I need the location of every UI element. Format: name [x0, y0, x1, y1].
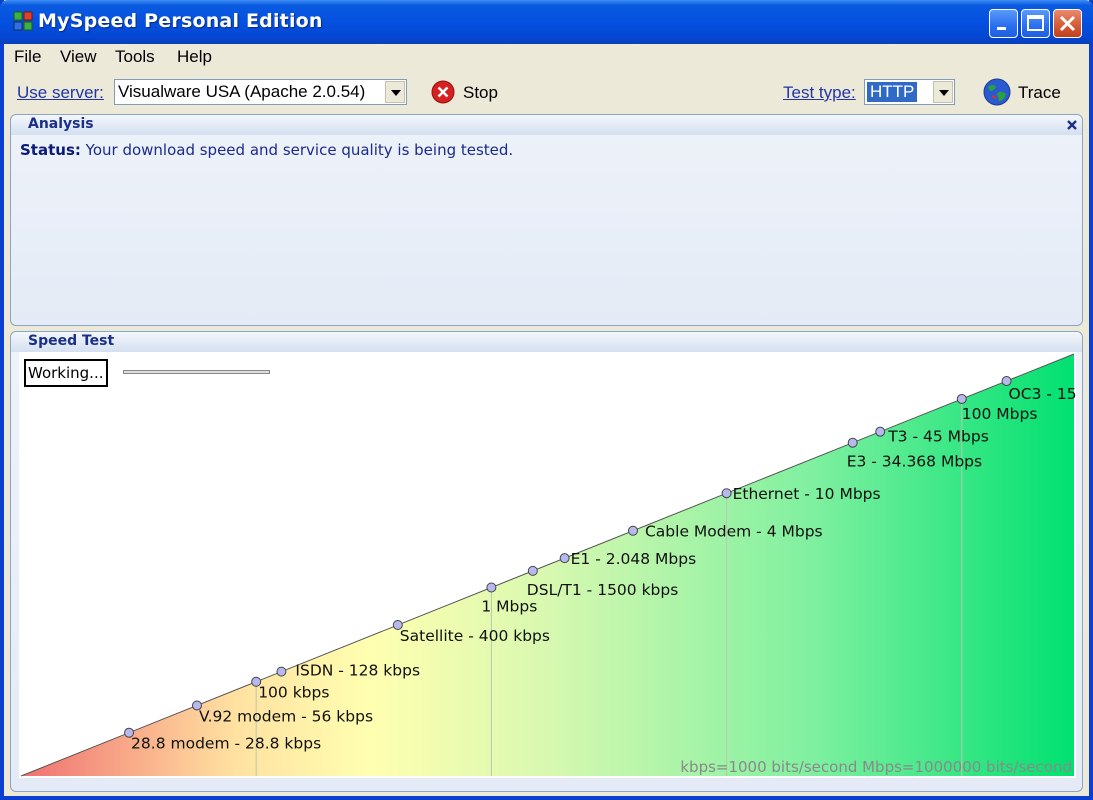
- app-window: MySpeed Personal Edition File View Tools…: [0, 0, 1093, 800]
- use-server-link[interactable]: Use server:: [17, 83, 104, 103]
- chevron-down-icon[interactable]: [385, 81, 405, 103]
- app-icon: [13, 11, 33, 31]
- speed-marker-label: E1 - 2.048 Mbps: [571, 550, 697, 568]
- speed-marker: [627, 525, 638, 536]
- close-icon: [1059, 15, 1076, 32]
- minimize-button[interactable]: [989, 9, 1018, 38]
- stop-icon[interactable]: [431, 80, 455, 104]
- server-select-value: Visualware USA (Apache 2.0.54): [118, 82, 366, 101]
- units-footnote: kbps=1000 bits/second Mbps=1000000 bits/…: [680, 758, 1072, 776]
- speed-marker: [956, 393, 967, 404]
- test-type-link[interactable]: Test type:: [783, 83, 856, 103]
- speed-marker-label: DSL/T1 - 1500 kbps: [527, 581, 679, 599]
- analysis-panel: Analysis Status: Your download speed and…: [10, 114, 1083, 326]
- working-indicator: Working...: [24, 359, 108, 387]
- speed-marker-label: Cable Modem - 4 Mbps: [645, 523, 823, 541]
- speed-marker-label: 28.8 modem - 28.8 kbps: [131, 735, 321, 753]
- menu-file[interactable]: File: [14, 47, 41, 67]
- speed-marker: [847, 437, 858, 448]
- speed-marker: [875, 426, 886, 437]
- speed-marker: [721, 488, 732, 499]
- speed-test-title: Speed Test: [28, 333, 115, 349]
- status-text: Your download speed and service quality …: [85, 141, 514, 159]
- speed-marker-label: Satellite - 400 kbps: [400, 627, 550, 645]
- speed-marker: [486, 582, 497, 593]
- speed-test-panel: Speed Test 28.8 modem - 28.8 kbps V.92 mo…: [10, 331, 1083, 792]
- speed-chart-area: 28.8 modem - 28.8 kbps V.92 modem - 56 kb…: [19, 352, 1076, 778]
- stop-button[interactable]: Stop: [463, 83, 498, 103]
- close-button[interactable]: [1053, 9, 1082, 38]
- menu-tools[interactable]: Tools: [115, 47, 155, 67]
- speed-marker-label: OC3 - 155 Mbps: [1009, 385, 1076, 403]
- minimize-icon: [997, 27, 1006, 30]
- speed-marker-label: ISDN - 128 kbps: [295, 662, 420, 680]
- maximize-button[interactable]: [1021, 9, 1050, 38]
- speed-marker: [276, 666, 287, 677]
- window-title: MySpeed Personal Edition: [38, 10, 323, 32]
- title-bar[interactable]: MySpeed Personal Edition: [0, 0, 1093, 44]
- speed-marker: [559, 553, 570, 564]
- menu-bar: File View Tools Help: [4, 44, 1089, 70]
- speed-test-header: Speed Test: [11, 332, 1082, 352]
- menu-help[interactable]: Help: [177, 47, 212, 67]
- speed-marker-label: 100 Mbps: [962, 405, 1038, 423]
- speed-marker-label: 1 Mbps: [481, 597, 537, 615]
- trace-button[interactable]: Trace: [1018, 83, 1061, 103]
- analysis-header: Analysis: [11, 115, 1082, 135]
- status-label: Status:: [20, 141, 81, 159]
- speed-marker: [527, 565, 538, 576]
- server-select[interactable]: Visualware USA (Apache 2.0.54): [114, 79, 407, 105]
- maximize-icon: [1027, 15, 1044, 31]
- menu-view[interactable]: View: [60, 47, 97, 67]
- toolbar: Use server: Visualware USA (Apache 2.0.5…: [4, 72, 1089, 112]
- speed-marker-label: E3 - 34.368 Mbps: [847, 453, 982, 471]
- speed-chart: 28.8 modem - 28.8 kbps V.92 modem - 56 kb…: [20, 353, 1076, 777]
- speed-marker-label: 100 kbps: [258, 684, 329, 702]
- analysis-title: Analysis: [28, 116, 94, 132]
- globe-icon[interactable]: [982, 77, 1012, 107]
- test-type-select[interactable]: HTTP: [864, 79, 955, 105]
- progress-bar: [123, 370, 270, 374]
- close-icon[interactable]: [1066, 119, 1078, 131]
- status-line: Status: Your download speed and service …: [20, 141, 513, 159]
- chevron-down-icon[interactable]: [933, 81, 953, 103]
- test-type-value: HTTP: [867, 82, 918, 102]
- speed-marker-label: T3 - 45 Mbps: [887, 428, 989, 446]
- speed-marker-label: Ethernet - 10 Mbps: [733, 485, 881, 503]
- speed-marker-label: V.92 modem - 56 kbps: [199, 707, 373, 725]
